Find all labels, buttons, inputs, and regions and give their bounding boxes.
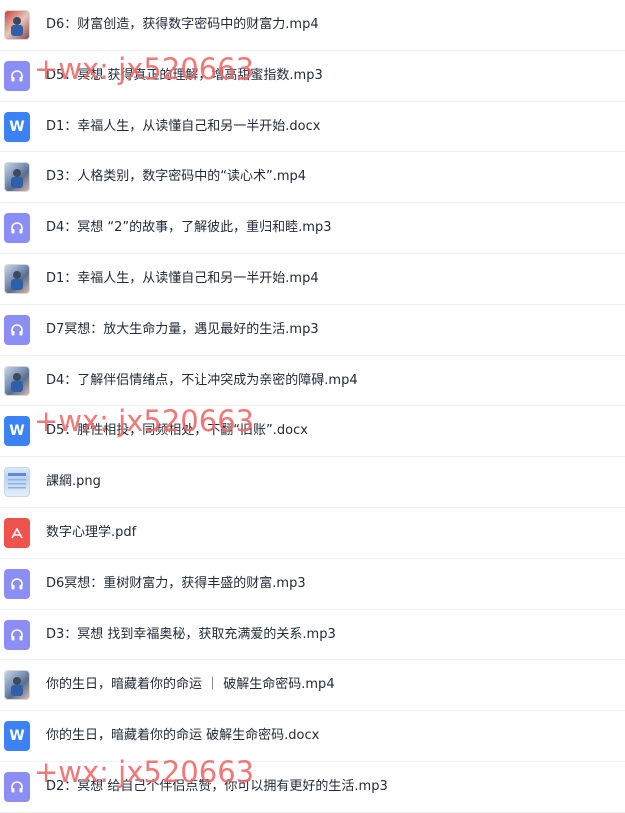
word-doc-icon: W xyxy=(4,721,30,752)
headphone-icon xyxy=(4,619,30,650)
file-row[interactable]: D7冥想：放大生命力量，遇见最好的生活.mp3 xyxy=(0,305,625,356)
video-thumbnail xyxy=(4,162,30,193)
headphone-icon xyxy=(4,568,30,599)
file-name: 数字心理学.pdf xyxy=(46,524,137,540)
image-thumbnail xyxy=(4,467,30,498)
file-name: D4：了解伴侣情绪点，不让冲突成为亲密的障碍.mp4 xyxy=(46,372,358,388)
file-name: D5：脾性相投，同频相处，不翻“旧账”.docx xyxy=(46,423,308,439)
file-name: 課綱.png xyxy=(46,474,101,490)
file-name: D2：冥想 给自己个伴侣点赞，你可以拥有更好的生活.mp3 xyxy=(46,778,388,794)
file-row[interactable]: D6：财富创造，获得数字密码中的财富力.mp4 xyxy=(0,0,625,51)
video-thumbnail xyxy=(4,670,30,701)
file-list: D6：财富创造，获得数字密码中的财富力.mp4 D5：冥想 获得真正的理解，增高甜… xyxy=(0,0,625,813)
pdf-icon xyxy=(4,517,30,548)
headphone-icon xyxy=(4,771,30,802)
file-name: D1：幸福人生，从读懂自己和另一半开始.docx xyxy=(46,118,321,134)
headphone-icon xyxy=(4,213,30,244)
file-name: D3：冥想 找到幸福奥秘，获取充满爱的关系.mp3 xyxy=(46,626,336,642)
file-row[interactable]: D1：幸福人生，从读懂自己和另一半开始.mp4 xyxy=(0,254,625,305)
video-thumbnail xyxy=(4,10,30,40)
file-name: D7冥想：放大生命力量，遇见最好的生活.mp3 xyxy=(46,321,319,337)
file-name: D6冥想：重树财富力，获得丰盛的财富.mp3 xyxy=(46,575,306,591)
file-row[interactable]: 数字心理学.pdf xyxy=(0,508,625,559)
headphone-icon xyxy=(4,314,30,345)
file-row[interactable]: 你的生日，暗藏着你的命运 ｜ 破解生命密码.mp4 xyxy=(0,660,625,712)
file-row[interactable]: W D1：幸福人生，从读懂自己和另一半开始.docx xyxy=(0,102,625,153)
word-doc-icon: W xyxy=(4,111,30,142)
file-name: D6：财富创造，获得数字密码中的财富力.mp4 xyxy=(46,17,319,32)
video-thumbnail xyxy=(4,263,30,294)
file-name: 你的生日，暗藏着你的命运 ｜ 破解生命密码.mp4 xyxy=(46,677,335,693)
file-row[interactable]: D5：冥想 获得真正的理解，增高甜蜜指数.mp3 xyxy=(0,51,625,102)
headphone-icon xyxy=(4,60,30,91)
file-row[interactable]: D3：人格类别，数字密码中的“读心术”.mp4 xyxy=(0,152,625,204)
file-name: D1：幸福人生，从读懂自己和另一半开始.mp4 xyxy=(46,270,319,286)
file-name: D5：冥想 获得真正的理解，增高甜蜜指数.mp3 xyxy=(46,67,323,83)
file-row[interactable]: D6冥想：重树财富力，获得丰盛的财富.mp3 xyxy=(0,559,625,610)
file-name: D3：人格类别，数字密码中的“读心术”.mp4 xyxy=(46,169,307,185)
file-row[interactable]: 課綱.png xyxy=(0,457,625,508)
file-name: D4：冥想 “2”的故事，了解彼此，重归和睦.mp3 xyxy=(46,220,332,236)
file-row[interactable]: D4：了解伴侣情绪点，不让冲突成为亲密的障碍.mp4 xyxy=(0,356,625,407)
word-doc-icon: W xyxy=(4,416,30,447)
file-row[interactable]: D3：冥想 找到幸福奥秘，获取充满爱的关系.mp3 xyxy=(0,610,625,661)
file-row[interactable]: D2：冥想 给自己个伴侣点赞，你可以拥有更好的生活.mp3 xyxy=(0,762,625,813)
video-thumbnail xyxy=(4,365,30,396)
file-row[interactable]: W 你的生日，暗藏着你的命运 破解生命密码.docx xyxy=(0,711,625,762)
file-row[interactable]: W D5：脾性相投，同频相处，不翻“旧账”.docx xyxy=(0,406,625,458)
file-name: 你的生日，暗藏着你的命运 破解生命密码.docx xyxy=(46,728,320,744)
file-row[interactable]: D4：冥想 “2”的故事，了解彼此，重归和睦.mp3 xyxy=(0,203,625,254)
